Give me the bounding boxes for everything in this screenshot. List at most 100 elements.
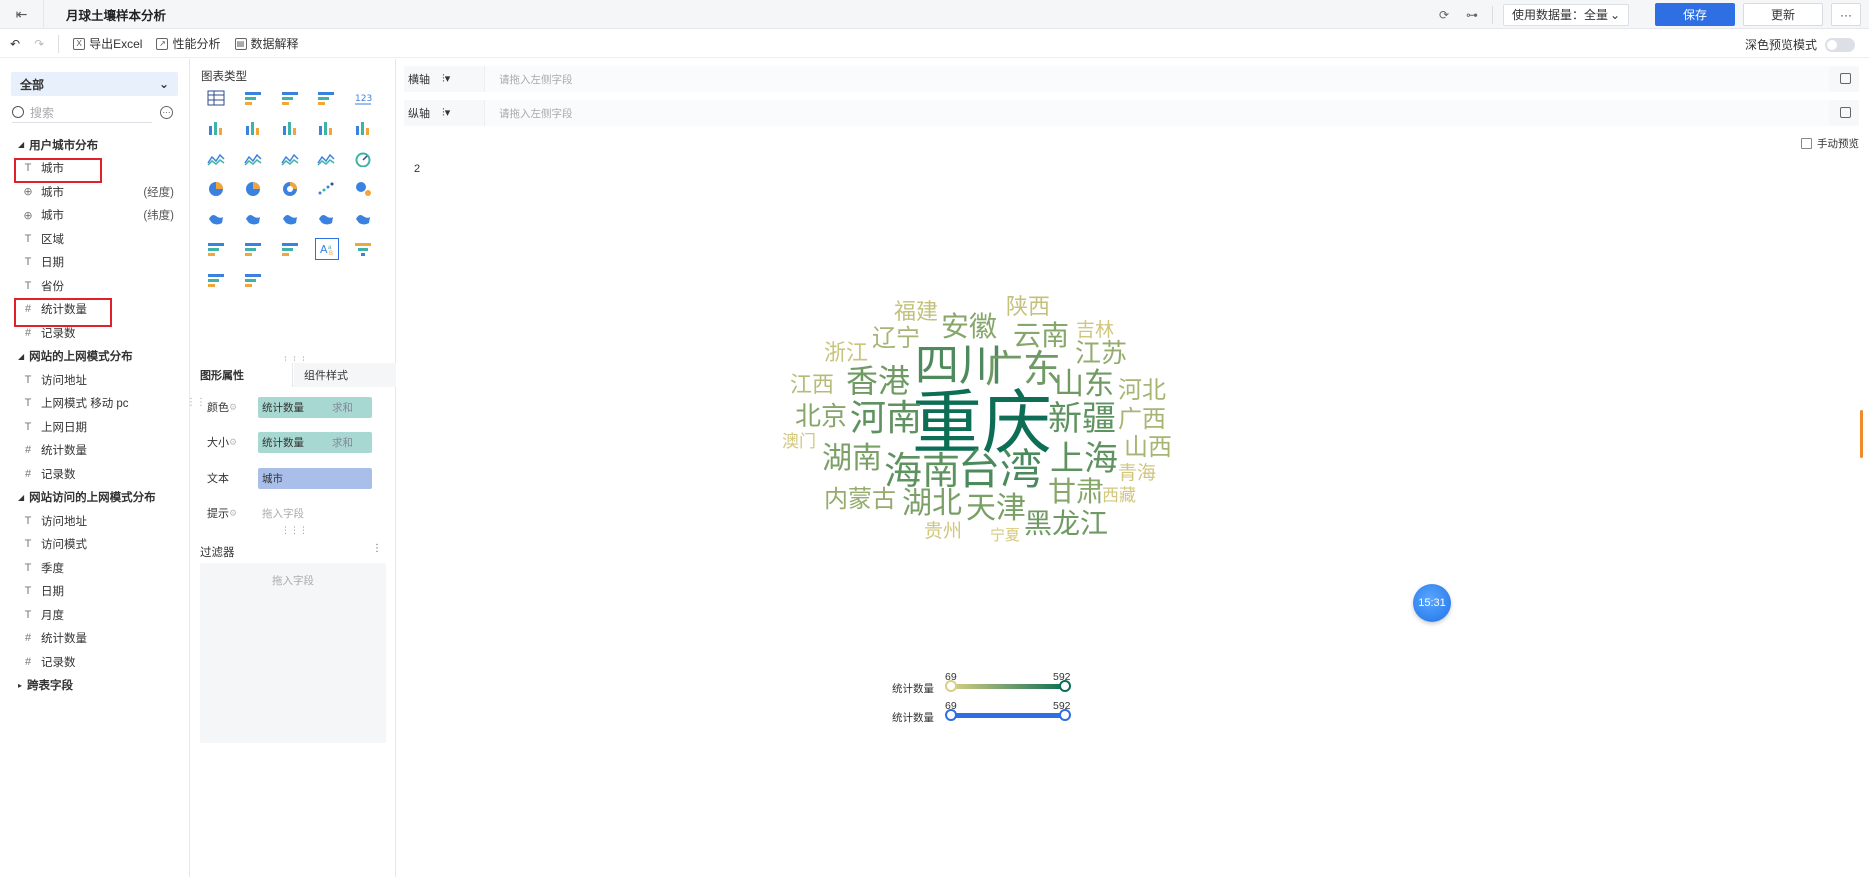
word-cloud-icon[interactable]: AaB [315,238,340,261]
performance-button[interactable]: ↗ 性能分析 [156,35,221,52]
combo-bar-icon[interactable] [352,119,374,137]
bubble-icon[interactable] [352,180,374,198]
detail-table-icon[interactable] [279,89,301,107]
word-17[interactable]: 江苏 [1075,341,1127,367]
update-button[interactable]: 更新 [1743,3,1823,26]
field-item[interactable]: # 统计数量 [0,297,190,326]
more-vertical-icon[interactable]: ⋮ [372,543,382,554]
group-header[interactable]: ▸ 跨表字段 [0,674,190,698]
x-axis-dropzone[interactable]: 请拖入左侧字段 [484,66,1829,92]
treemap-table-icon[interactable] [315,89,337,107]
filter-dropzone[interactable]: 拖入字段 [200,563,386,743]
field-item[interactable]: # 记录数 [0,321,190,345]
lock-icon[interactable] [1840,107,1851,118]
word-5[interactable]: 河南 [850,401,922,437]
field-item[interactable]: T 访问模式 [0,533,190,557]
map-icon[interactable] [205,210,227,228]
field-item[interactable]: T 月度 [0,603,190,627]
frame-icon[interactable] [242,271,264,289]
word-30[interactable]: 贵州 [924,522,962,541]
group-header[interactable]: ◢ 用户城市分布 [0,133,190,157]
word-22[interactable]: 山西 [1124,435,1172,459]
rect-treemap-icon[interactable] [279,240,301,258]
rose-icon[interactable] [242,180,264,198]
redo-icon[interactable]: ↷ [34,37,44,51]
gauge-icon[interactable] [352,150,374,168]
field-item[interactable]: T 日期 [0,251,190,275]
group-header[interactable]: ◢ 网站访问的上网模式分布 [0,486,190,510]
grouped-bar-icon[interactable] [205,119,227,137]
word-26[interactable]: 福建 [894,302,938,324]
word-6[interactable]: 新疆 [1048,402,1116,436]
manual-preview[interactable]: 手动预览 [1801,136,1859,151]
group-header[interactable]: ◢ 网站的上网模式分布 [0,345,190,369]
gear-icon[interactable]: ⚙ [229,437,237,448]
word-33[interactable]: 宁夏 [990,528,1020,543]
field-item[interactable]: ⊕ 城市 (经度) [0,180,190,204]
more-button[interactable]: ··· [1831,3,1861,26]
prop-color-field[interactable]: 统计数量 求和 [258,396,372,418]
stacked-bar-icon[interactable] [242,119,264,137]
field-item[interactable]: # 记录数 [0,462,190,486]
word-15[interactable]: 云南 [1013,322,1069,350]
x-axis-icon[interactable]: ⫶▾ [442,72,450,86]
flow-map-icon[interactable] [279,210,301,228]
word-32[interactable]: 澳门 [782,434,816,451]
legend-min-handle[interactable] [945,709,957,721]
word-23[interactable]: 河北 [1118,378,1166,402]
exit-icon[interactable]: ⇤ [0,0,44,29]
donut-icon[interactable] [279,180,301,198]
line-icon[interactable] [205,150,227,168]
save-button[interactable]: 保存 [1655,3,1735,26]
word-24[interactable]: 江西 [790,375,834,397]
field-item[interactable]: ⊕ 城市 (纬度) [0,204,190,228]
field-item[interactable]: # 统计数量 [0,627,190,651]
data-explain-button[interactable]: ▤ 数据解释 [234,35,299,52]
y-axis-icon[interactable]: ⫶▾ [442,106,450,120]
field-item[interactable]: T 区域 [0,227,190,251]
word-12[interactable]: 天津 [966,494,1026,524]
multi-bar-icon[interactable] [279,119,301,137]
field-item[interactable]: # 统计数量 [0,439,190,463]
gear-icon[interactable]: ⚙ [229,402,237,413]
area-icon[interactable] [315,150,337,168]
tab-component-style[interactable]: 组件样式 [294,363,396,387]
field-item[interactable]: T 日期 [0,580,190,604]
cross-table-icon[interactable] [242,89,264,107]
funnel-icon[interactable] [352,240,374,258]
word-29[interactable]: 青海 [1118,464,1156,483]
region-map-icon[interactable] [315,210,337,228]
candlestick-icon[interactable] [205,271,227,289]
word-28[interactable]: 吉林 [1076,321,1114,340]
word-13[interactable]: 黑龙江 [1024,510,1108,538]
word-9[interactable]: 山东 [1054,370,1114,400]
more-options-icon[interactable]: ··· [160,106,173,119]
word-3[interactable]: 台湾 [958,449,1042,491]
field-item[interactable]: T 城市 [0,157,190,182]
field-item[interactable]: # 记录数 [0,650,190,674]
heat-map-icon[interactable] [352,210,374,228]
table-icon[interactable] [205,89,227,107]
pie-icon[interactable] [205,180,227,198]
word-27[interactable]: 浙江 [824,343,868,365]
data-amount-select[interactable]: 使用数据量：全量 ⌄ [1503,3,1629,26]
undo-icon[interactable]: ↶ [10,37,20,51]
lock-icon[interactable] [1840,73,1851,84]
horizontal-bar-icon[interactable] [315,119,337,137]
prop-tooltip-dropzone[interactable]: 拖入字段 [262,506,304,521]
legend-max-handle[interactable] [1059,709,1071,721]
word-14[interactable]: 安徽 [941,313,997,341]
manual-preview-checkbox[interactable] [1801,138,1812,149]
gear-icon[interactable]: ⚙ [229,508,237,519]
legend-max-handle[interactable] [1059,680,1071,692]
kpi-icon[interactable]: 123 [352,89,374,107]
y-axis-dropzone[interactable]: 请拖入左侧字段 [484,100,1829,126]
prop-size-field[interactable]: 统计数量 求和 [258,431,372,453]
scroll-indicator[interactable] [1860,410,1863,458]
radar-icon[interactable] [279,150,301,168]
word-25[interactable]: 陕西 [1006,297,1050,319]
flow-icon[interactable]: ⊶ [1462,5,1482,25]
clock-badge[interactable]: 15:31 [1413,584,1451,622]
word-19[interactable]: 内蒙古 [824,487,896,511]
field-item[interactable]: T 访问地址 [0,509,190,533]
